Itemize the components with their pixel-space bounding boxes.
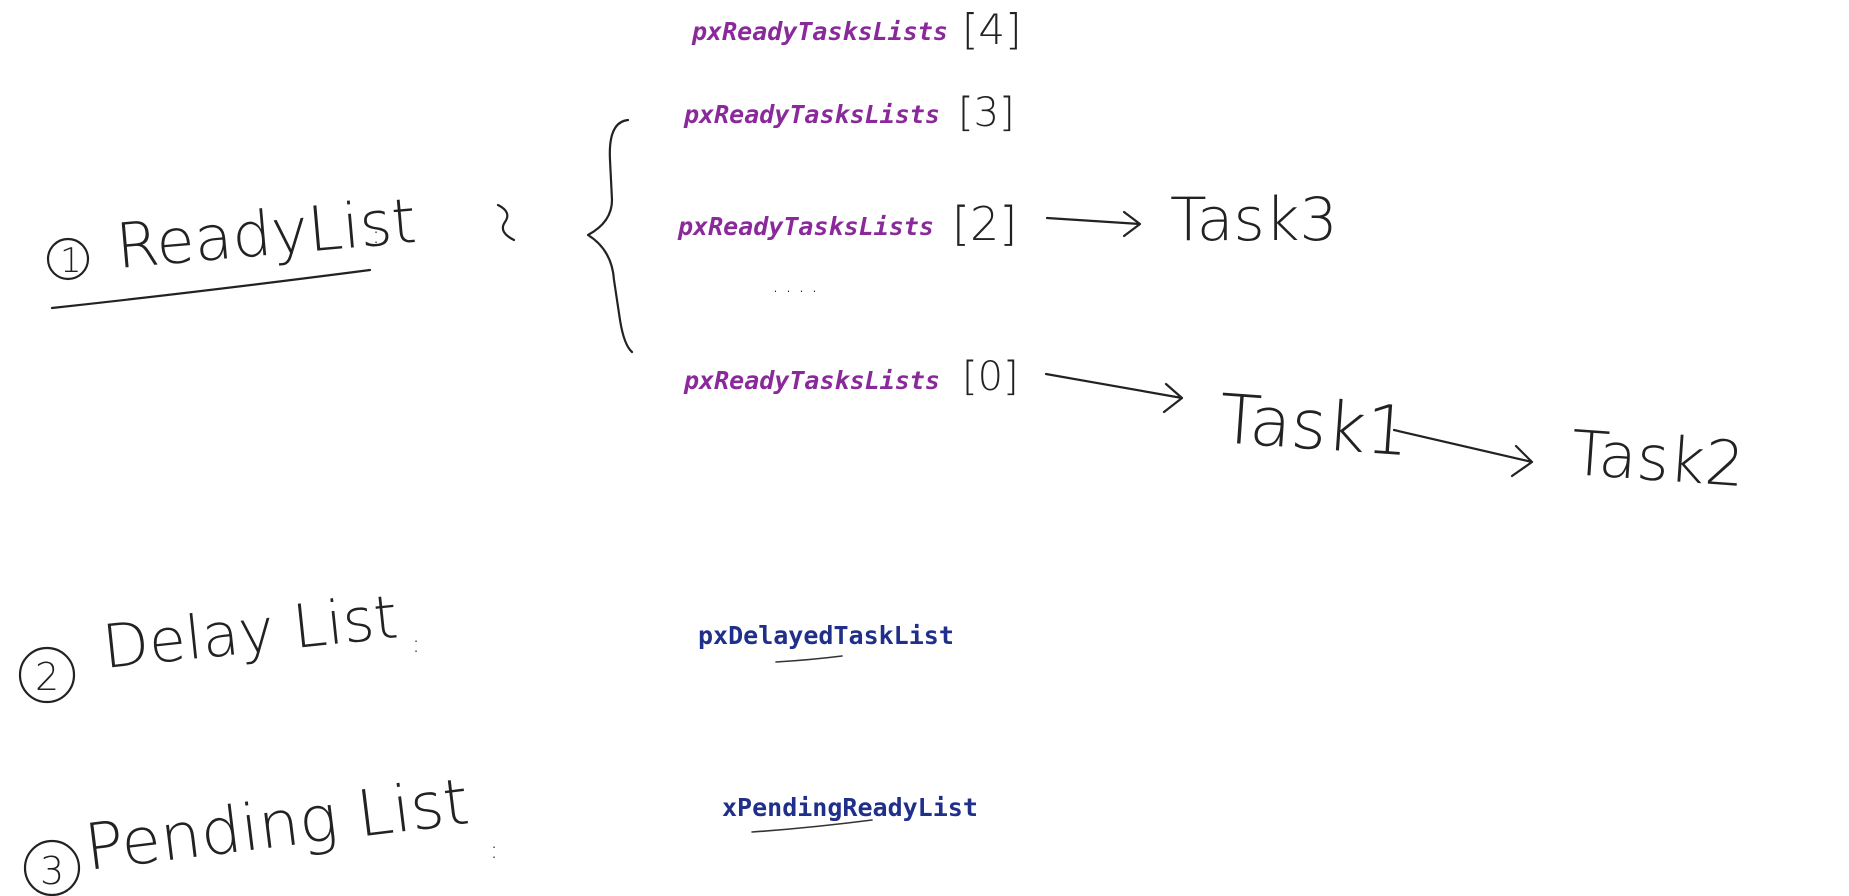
section-separator: : [372, 221, 380, 249]
section-label: Delay List [99, 582, 401, 683]
ready-list-index: [0] [962, 354, 1019, 400]
task-node: Task2 [1569, 416, 1747, 501]
section-separator: : [490, 836, 498, 864]
task-node: Task3 [1170, 185, 1338, 255]
ready-list-index: [2] [952, 197, 1017, 251]
ready-list-ellipsis: .... [772, 273, 824, 298]
section-number: 2 [35, 655, 59, 699]
ready-list-entry-2: pxReadyTasksLists [2] Task3 [677, 185, 1338, 255]
small-squiggle [496, 203, 516, 242]
arrow [1045, 210, 1142, 238]
ready-list-index: [4] [962, 5, 1022, 54]
section-delay-list: 2 Delay List : pxDelayedTaskList [18, 582, 954, 704]
ready-list-entry-0: pxReadyTasksLists [0] Task1 Task2 [683, 354, 1747, 501]
ready-list-entry-4: pxReadyTasksLists [4] [691, 5, 1022, 54]
handwritten-diagram: 1 ReadyList : pxReadyTasksLists [4] pxRe… [18, 5, 1747, 896]
pending-list-name: xPendingReadyList [722, 793, 978, 822]
section-pending-list: 3 Pending List : xPendingReadyList [23, 765, 978, 896]
arrow [1392, 428, 1534, 478]
ready-list-index: [3] [958, 90, 1015, 136]
task-node: Task1 [1217, 380, 1412, 472]
ready-list-name: pxReadyTasksLists [683, 100, 940, 129]
underline [775, 655, 843, 663]
ready-list-name: pxReadyTasksLists [691, 17, 948, 46]
section-separator: : [412, 630, 420, 658]
section-number: 1 [60, 241, 82, 281]
section-ready-list: 1 ReadyList : [46, 118, 634, 354]
ready-list-name: pxReadyTasksLists [677, 212, 934, 241]
ready-lists: pxReadyTasksLists [4] pxReadyTasksLists … [677, 5, 1747, 501]
underline [50, 268, 372, 310]
ready-list-entry-3: pxReadyTasksLists [3] [683, 90, 1015, 136]
ready-list-name: pxReadyTasksLists [683, 366, 940, 395]
arrow [1044, 372, 1184, 414]
section-label: Pending List [81, 765, 473, 885]
delayed-list-name: pxDelayedTaskList [698, 621, 954, 650]
curly-brace [586, 118, 634, 354]
section-number: 3 [40, 849, 64, 893]
